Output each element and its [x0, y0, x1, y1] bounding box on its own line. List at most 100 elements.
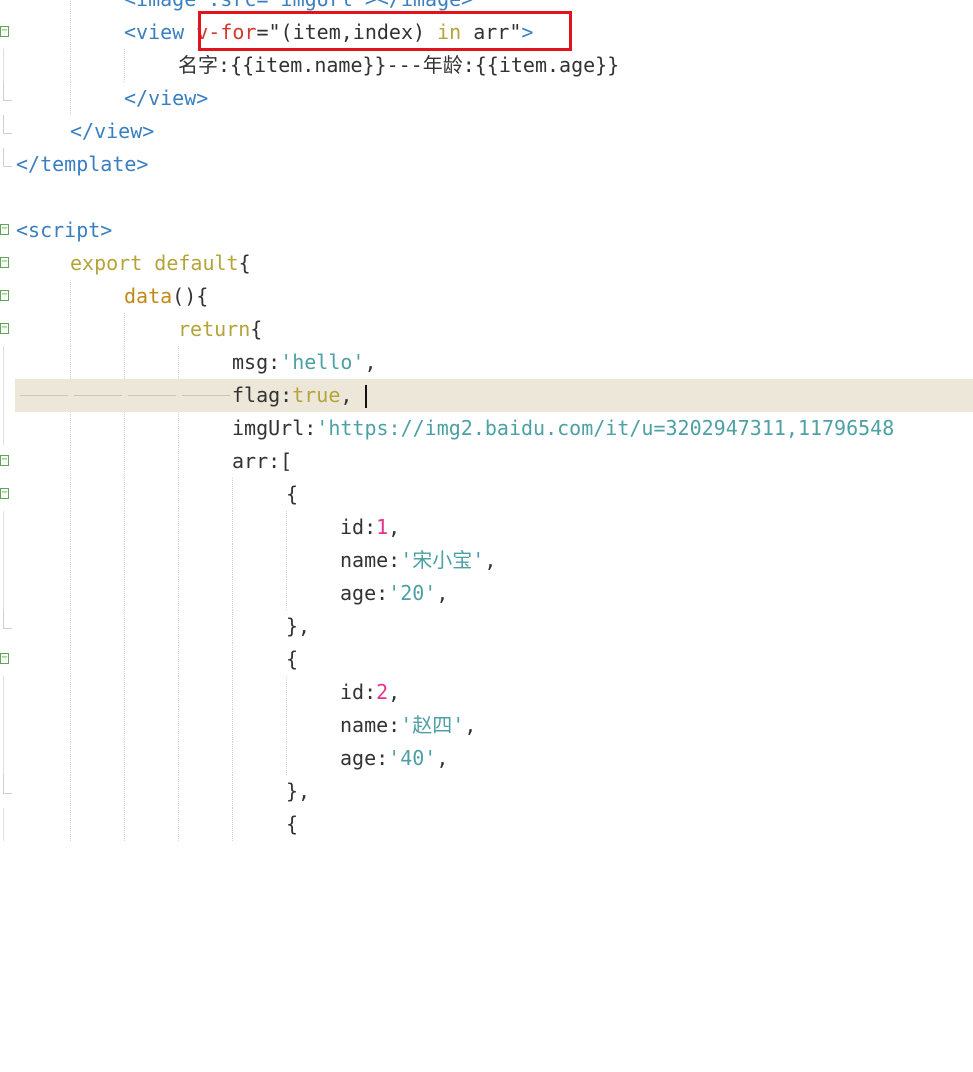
- indent-guide: [70, 412, 71, 445]
- fold-minus-icon[interactable]: −: [0, 290, 9, 301]
- code-text: id:1,: [340, 515, 401, 539]
- indent-guide: [232, 544, 233, 577]
- code-text: id:2,: [340, 680, 401, 704]
- indent-guide: [232, 775, 233, 808]
- indent-guide: [70, 775, 71, 808]
- indent-guide: [70, 0, 71, 16]
- fold-minus-icon[interactable]: −: [0, 455, 9, 466]
- code-text: },: [286, 614, 311, 638]
- code-text: age:'20',: [340, 581, 449, 605]
- code-line: − export default{: [0, 247, 973, 280]
- indent-guide: [124, 346, 125, 379]
- indent-guide: [178, 808, 179, 841]
- indent-guide: [232, 577, 233, 610]
- code-text: </view>: [70, 119, 155, 143]
- indent-guide: [70, 676, 71, 709]
- code-line: id:1,: [0, 511, 973, 544]
- code-line: − return{: [0, 313, 973, 346]
- code-line: </template>: [0, 148, 973, 181]
- indent-guide: [70, 610, 71, 643]
- code-text: {: [286, 647, 299, 671]
- indent-guide: [70, 577, 71, 610]
- text-cursor: [365, 385, 367, 408]
- indent-guide: [178, 676, 179, 709]
- indent-guide: [70, 313, 71, 346]
- indent-guide: [178, 511, 179, 544]
- code-line: id:2,: [0, 676, 973, 709]
- fold-minus-icon[interactable]: −: [0, 653, 9, 664]
- code-text: </view>: [124, 86, 209, 110]
- indent-guide: [70, 280, 71, 313]
- indent-guide: [286, 742, 287, 775]
- indent-guide: [124, 742, 125, 775]
- indent-guide: [178, 478, 179, 511]
- indent-guide: [70, 709, 71, 742]
- code-line: age:'20',: [0, 577, 973, 610]
- indent-guide: [286, 676, 287, 709]
- indent-guide: [70, 544, 71, 577]
- indent-guide: [124, 709, 125, 742]
- indent-guide: [124, 412, 125, 445]
- indent-guide: [178, 643, 179, 676]
- fold-minus-icon[interactable]: −: [0, 323, 9, 334]
- indent-guide: [124, 478, 125, 511]
- indent-guide: [232, 511, 233, 544]
- code-text: export default{: [70, 251, 251, 275]
- highlight-annotation-box: [198, 11, 572, 51]
- indent-guide: [70, 478, 71, 511]
- code-line: {: [0, 808, 973, 841]
- indent-guide: [232, 478, 233, 511]
- indent-guide: [70, 742, 71, 775]
- indent-guide: [70, 82, 71, 115]
- indent-guide: [178, 709, 179, 742]
- indent-guide: [124, 544, 125, 577]
- code-text: name:'赵四',: [340, 713, 477, 737]
- code-line: − data(){: [0, 280, 973, 313]
- fold-minus-icon[interactable]: −: [0, 257, 9, 268]
- code-line: </view>: [0, 115, 973, 148]
- indent-guide: [178, 445, 179, 478]
- code-line: name:'赵四',: [0, 709, 973, 742]
- indent-guide: [178, 610, 179, 643]
- current-line-highlight: flag:true,: [15, 379, 973, 412]
- indent-guide: [232, 676, 233, 709]
- indent-guide: [232, 643, 233, 676]
- code-line: − {: [0, 478, 973, 511]
- indent-guide: [178, 742, 179, 775]
- indent-guide: [232, 808, 233, 841]
- indent-guide: [124, 775, 125, 808]
- code-line: name:'宋小宝',: [0, 544, 973, 577]
- indent-guide: [124, 808, 125, 841]
- code-text: age:'40',: [340, 746, 449, 770]
- code-text: return{: [178, 317, 263, 341]
- code-text: },: [286, 779, 311, 803]
- indent-guide: [124, 610, 125, 643]
- code-text: 名字:{{item.name}}---年龄:{{item.age}}: [178, 53, 620, 77]
- indent-guide: [70, 445, 71, 478]
- code-line: },: [0, 775, 973, 808]
- code-text: flag:true,: [232, 383, 353, 407]
- code-editor[interactable]: <image :src="imgUrl"></image> − <view v-…: [0, 0, 973, 841]
- indent-guide: [124, 49, 125, 82]
- code-line: − {: [0, 643, 973, 676]
- fold-minus-icon[interactable]: −: [0, 224, 9, 235]
- code-line: − arr:[: [0, 445, 973, 478]
- indent-guide: [124, 511, 125, 544]
- code-text: name:'宋小宝',: [340, 548, 497, 572]
- indent-guide: [286, 511, 287, 544]
- indent-guide: [232, 610, 233, 643]
- indent-guide: [178, 544, 179, 577]
- fold-minus-icon[interactable]: −: [0, 488, 9, 499]
- code-text: </template>: [16, 152, 149, 176]
- code-text: arr:[: [232, 449, 293, 473]
- code-text: msg:'hello',: [232, 350, 377, 374]
- fold-minus-icon[interactable]: −: [0, 26, 9, 37]
- indent-guide: [70, 16, 71, 49]
- code-line: 名字:{{item.name}}---年龄:{{item.age}}: [0, 49, 973, 82]
- indent-guide: [232, 709, 233, 742]
- indent-guide: [124, 577, 125, 610]
- indent-guide: [70, 511, 71, 544]
- code-line: age:'40',: [0, 742, 973, 775]
- code-text: {: [286, 482, 299, 506]
- indent-guide: [178, 346, 179, 379]
